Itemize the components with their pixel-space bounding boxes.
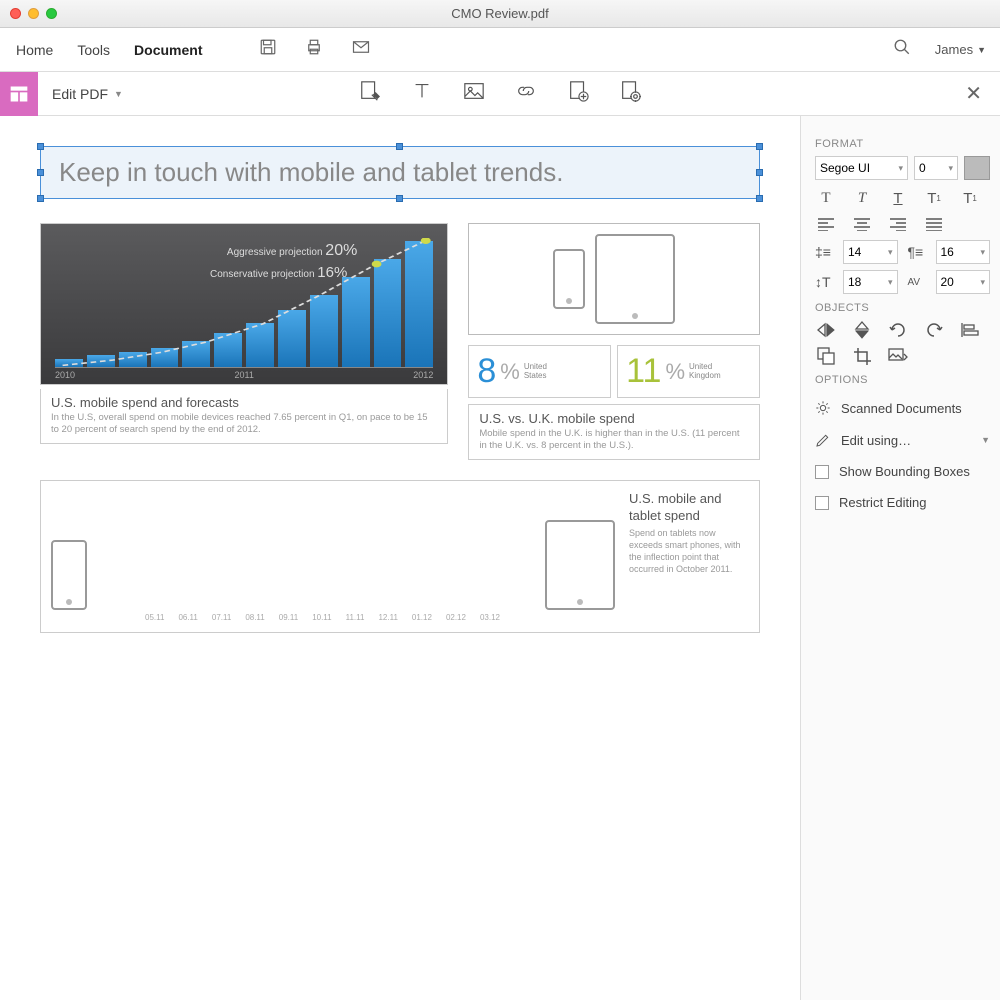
close-window-icon[interactable] <box>10 8 21 19</box>
option-show-bounding-boxes[interactable]: Show Bounding Boxes <box>815 456 990 487</box>
chart-us-uk-caption: U.S. vs. U.K. mobile spend Mobile spend … <box>468 404 760 460</box>
tab-document[interactable]: Document <box>132 38 204 62</box>
user-menu[interactable]: James▼ <box>935 42 986 57</box>
font-select[interactable]: Segoe UI <box>815 156 908 180</box>
align-objects-icon[interactable] <box>959 320 981 340</box>
hscale-select[interactable]: 18 <box>843 270 898 294</box>
document-canvas[interactable]: Keep in touch with mobile and tablet tre… <box>0 116 800 1000</box>
color-swatch[interactable] <box>964 156 990 180</box>
bold-icon[interactable]: T <box>815 188 837 208</box>
tab-home[interactable]: Home <box>14 38 55 62</box>
option-edit-using[interactable]: Edit using… ▼ <box>815 424 990 456</box>
space-after-icon: ¶≡ <box>908 244 926 260</box>
space-after-select[interactable]: 16 <box>936 240 991 264</box>
chart3-axis: 05.1106.1107.1108.1109.1110.1111.1112.11… <box>101 613 531 622</box>
text-style-row: T T T T1 T1 <box>815 188 990 208</box>
menubar: Home Tools Document James▼ <box>0 28 1000 72</box>
devices-illustration <box>468 223 760 335</box>
stat-uk: 11% United Kingdom <box>617 345 760 398</box>
search-icon[interactable] <box>889 34 915 65</box>
add-page-tool-icon[interactable] <box>567 80 589 107</box>
edit-tools <box>359 80 641 107</box>
subscript-icon[interactable]: T1 <box>959 188 981 208</box>
align-right-icon[interactable] <box>887 214 909 234</box>
mail-icon[interactable] <box>347 34 375 65</box>
selected-text-frame[interactable]: Keep in touch with mobile and tablet tre… <box>40 146 760 199</box>
format-heading: FORMAT <box>815 138 990 150</box>
save-icon[interactable] <box>255 34 281 65</box>
underline-icon[interactable]: T <box>887 188 909 208</box>
kerning-select[interactable]: 20 <box>936 270 991 294</box>
objects-heading: OBJECTS <box>815 302 990 314</box>
chart-mobile-forecast: Aggressive projection 20% Conservative p… <box>40 223 448 385</box>
kerning-icon: AV <box>908 277 926 288</box>
edit-text-tool-icon[interactable] <box>359 80 381 107</box>
crop-icon[interactable] <box>851 346 873 366</box>
line-height-icon: ‡≡ <box>815 244 833 260</box>
arrange-icon[interactable] <box>815 346 837 366</box>
align-left-icon[interactable] <box>815 214 837 234</box>
horizontal-scale-icon: ↕T <box>815 274 833 290</box>
font-size-select[interactable]: 0 <box>914 156 958 180</box>
link-tool-icon[interactable] <box>515 80 537 107</box>
align-justify-icon[interactable] <box>923 214 945 234</box>
flip-v-icon[interactable] <box>851 320 873 340</box>
replace-image-icon[interactable] <box>887 346 909 366</box>
window-title: CMO Review.pdf <box>451 6 549 21</box>
chart-mobile-tablet: 05.1106.1107.1108.1109.1110.1111.1112.11… <box>40 480 760 633</box>
chart-mobile-forecast-caption: U.S. mobile spend and forecasts In the U… <box>40 389 448 444</box>
close-toolbar-icon[interactable]: ✕ <box>965 81 982 106</box>
maximize-window-icon[interactable] <box>46 8 57 19</box>
user-name: James <box>935 42 973 57</box>
headline-text: Keep in touch with mobile and tablet tre… <box>59 157 563 187</box>
stat-us: 8% United States <box>468 345 611 398</box>
checkbox-icon[interactable] <box>815 465 829 479</box>
toolbar-mode-label[interactable]: Edit PDF▼ <box>52 86 123 102</box>
align-center-icon[interactable] <box>851 214 873 234</box>
edit-toolbar: Edit PDF▼ ✕ <box>0 72 1000 116</box>
print-icon[interactable] <box>301 34 327 65</box>
titlebar: CMO Review.pdf <box>0 0 1000 28</box>
option-scanned-documents[interactable]: Scanned Documents <box>815 392 990 424</box>
italic-icon[interactable]: T <box>851 188 873 208</box>
option-restrict-editing[interactable]: Restrict Editing <box>815 487 990 518</box>
add-text-tool-icon[interactable] <box>411 80 433 107</box>
window-controls <box>10 8 57 19</box>
add-image-tool-icon[interactable] <box>463 80 485 107</box>
format-panel: FORMAT Segoe UI 0 T T T T1 T1 ‡≡ 14 ¶≡ 1… <box>800 116 1000 1000</box>
superscript-icon[interactable]: T1 <box>923 188 945 208</box>
checkbox-icon[interactable] <box>815 496 829 510</box>
page-settings-tool-icon[interactable] <box>619 80 641 107</box>
mode-button[interactable] <box>0 72 38 116</box>
line-height-select[interactable]: 14 <box>843 240 898 264</box>
minimize-window-icon[interactable] <box>28 8 39 19</box>
flip-h-icon[interactable] <box>815 320 837 340</box>
tab-tools[interactable]: Tools <box>75 38 112 62</box>
align-row <box>815 214 990 234</box>
rotate-cw-icon[interactable] <box>923 320 945 340</box>
rotate-ccw-icon[interactable] <box>887 320 909 340</box>
options-heading: OPTIONS <box>815 374 990 386</box>
